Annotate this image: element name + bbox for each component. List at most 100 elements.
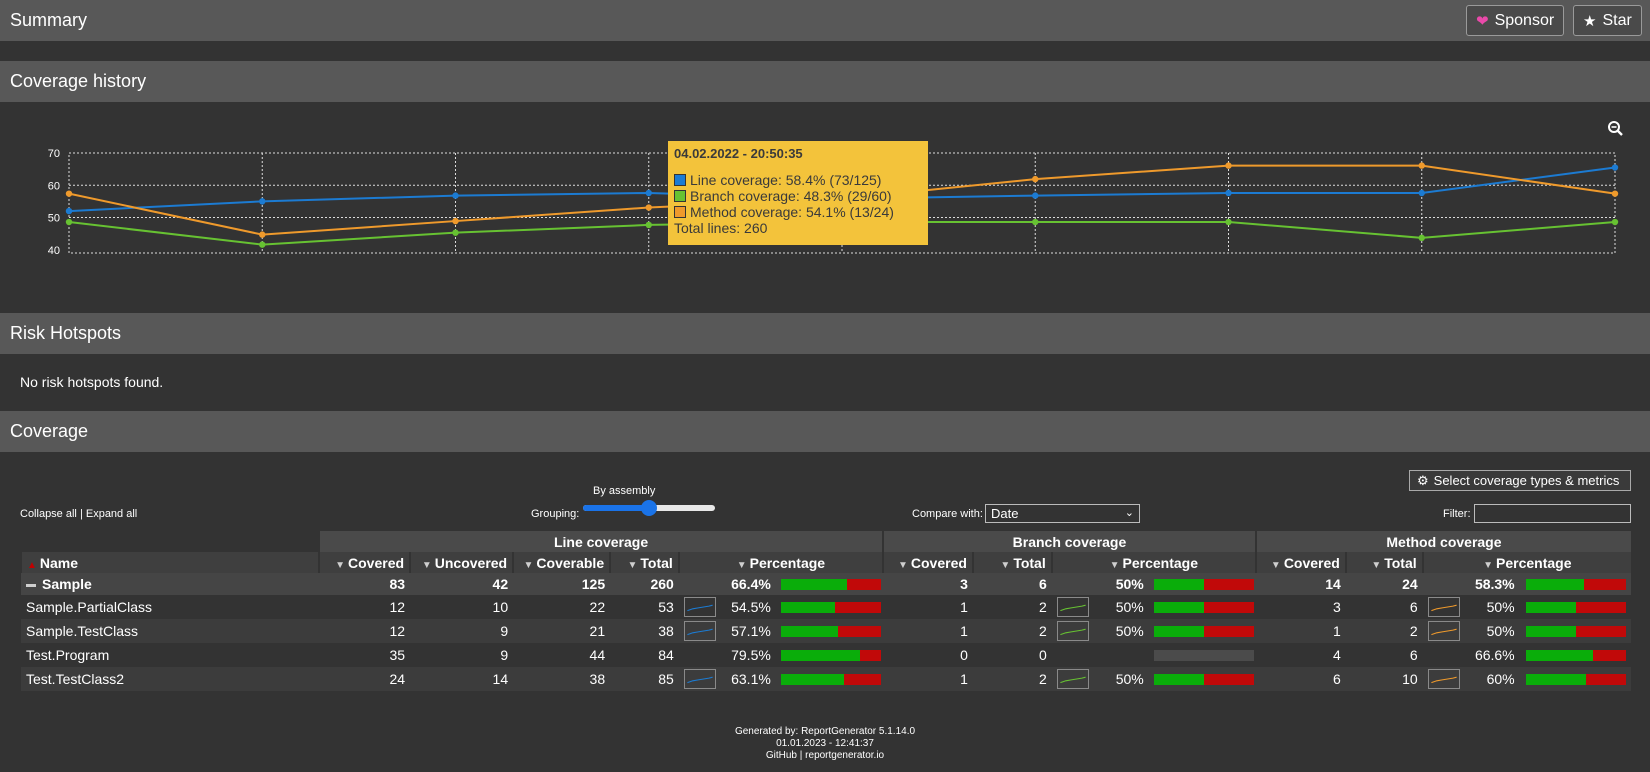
line-covered-cell: 12 bbox=[389, 623, 406, 639]
line-percentage-cell: 63.1% bbox=[731, 671, 771, 687]
coverage-header: Coverage bbox=[0, 411, 1650, 452]
line-uncovered-header[interactable]: ▼ Uncovered bbox=[409, 552, 514, 573]
branch-total-header[interactable]: ▼ Total bbox=[971, 552, 1052, 573]
github-link[interactable]: GitHub bbox=[766, 750, 797, 761]
method-covered-cell: 1 bbox=[1333, 623, 1341, 639]
line-coverable-cell: 22 bbox=[589, 599, 606, 615]
covered-bar-segment bbox=[1153, 673, 1204, 685]
history-sparkline bbox=[1056, 669, 1089, 689]
method-bar-cell bbox=[1520, 643, 1631, 667]
covered-bar-segment bbox=[780, 673, 844, 685]
line-bar-cell bbox=[776, 619, 883, 643]
class-row[interactable]: Sample.TestClass 12 9 21 38 57.1% 1 2 50% 1 2 50% bbox=[21, 619, 1631, 643]
line-bar-cell bbox=[776, 667, 883, 691]
name-column-header[interactable]: ▲ Name bbox=[19, 552, 320, 573]
line-covered-cell: 12 bbox=[389, 599, 406, 615]
line-covered-header[interactable]: ▼ Covered bbox=[318, 552, 411, 573]
data-point bbox=[1032, 218, 1039, 226]
class-name-link[interactable]: Sample.PartialClass bbox=[21, 595, 319, 619]
line-percentage-cell: 79.5% bbox=[731, 647, 771, 663]
tooltip-total-lines: Total lines: 260 bbox=[674, 220, 768, 236]
method-bar-cell bbox=[1520, 619, 1631, 643]
collapse-icon[interactable] bbox=[26, 583, 36, 587]
sort-icon: ▼ bbox=[627, 559, 638, 571]
select-metrics-button[interactable]: ⚙ Select coverage types & metrics bbox=[1409, 470, 1631, 491]
covered-bar-segment bbox=[1153, 625, 1204, 637]
class-row[interactable]: Test.TestClass2 24 14 38 85 63.1% 1 2 50% 6 10 60% bbox=[21, 667, 1631, 691]
link-separator: | bbox=[79, 508, 83, 520]
class-row[interactable]: Test.Program 35 9 44 84 79.5% 0 0 4 6 66.6% bbox=[21, 643, 1631, 667]
method-total-cell: 6 bbox=[1409, 599, 1418, 615]
data-point bbox=[645, 221, 652, 229]
grouping-slider[interactable] bbox=[583, 500, 715, 516]
uncovered-bar-segment bbox=[1203, 625, 1254, 637]
line-covered-cell: 24 bbox=[389, 671, 406, 687]
line-total-cell: 84 bbox=[658, 647, 674, 663]
line-total-header[interactable]: ▼ Total bbox=[609, 552, 679, 573]
history-sparkline bbox=[683, 669, 716, 689]
branch-percentage-cell: 50% bbox=[1115, 623, 1144, 639]
line-bar-cell bbox=[776, 595, 883, 619]
star-icon: ★ bbox=[1583, 12, 1597, 30]
tooltip-total-row: Total lines: 260 bbox=[674, 220, 922, 236]
class-name-link[interactable]: Test.Program bbox=[21, 643, 319, 667]
method-percentage-header[interactable]: ▼ Percentage bbox=[1421, 552, 1631, 573]
coverage-bar bbox=[1153, 673, 1254, 685]
footer-links: GitHub | reportgenerator.io bbox=[0, 750, 1650, 762]
method-covered-cell: 14 bbox=[1325, 576, 1341, 592]
class-row[interactable]: Sample.PartialClass 12 10 22 53 54.5% 1 2 50% 3 6 5… bbox=[21, 595, 1631, 619]
line-uncovered-cell: 42 bbox=[492, 576, 509, 592]
risk-hotspots-title: Risk Hotspots bbox=[10, 323, 122, 343]
class-name-link[interactable]: Test.TestClass2 bbox=[21, 667, 319, 691]
branch-coverage-group-header: Branch coverage bbox=[881, 531, 1256, 552]
line-coverable-cell: 44 bbox=[589, 647, 606, 663]
method-bar-cell bbox=[1520, 667, 1631, 691]
branch-total-cell: 6 bbox=[1038, 576, 1047, 592]
line-percentage-header[interactable]: ▼ Percentage bbox=[677, 552, 883, 573]
line-total-cell: 260 bbox=[650, 576, 674, 592]
filter-input[interactable] bbox=[1474, 504, 1631, 523]
line-history-cell bbox=[679, 595, 717, 619]
zoom-out-icon[interactable] bbox=[1607, 120, 1625, 138]
assembly-name[interactable]: Sample bbox=[21, 573, 319, 595]
method-covered-header[interactable]: ▼ Covered bbox=[1254, 552, 1346, 573]
line-coverable-cell: 125 bbox=[581, 576, 606, 592]
branch-history-cell bbox=[1052, 643, 1090, 667]
class-name-link[interactable]: Sample.TestClass bbox=[21, 619, 319, 643]
line-bar-cell bbox=[776, 643, 883, 667]
coverage-bar bbox=[780, 625, 881, 637]
chevron-down-icon: ⌄ bbox=[1124, 507, 1134, 519]
covered-bar-segment bbox=[1153, 578, 1204, 590]
column-header-row: ▲ Name ▼ Covered ▼ Uncovered ▼ Coverable ▼ To… bbox=[19, 552, 1631, 573]
history-sparkline bbox=[1427, 621, 1460, 641]
branch-covered-cell: 0 bbox=[960, 647, 968, 663]
compare-select[interactable]: Date ⌄ bbox=[985, 504, 1140, 523]
tooltip-line-row: Line coverage: 58.4% (73/125) bbox=[674, 172, 922, 188]
expand-all-link[interactable]: Expand all bbox=[86, 508, 137, 520]
method-history-cell bbox=[1423, 643, 1461, 667]
tooltip-method-coverage: Method coverage: 54.1% (13/24) bbox=[690, 204, 894, 220]
line-coverable-cell: 21 bbox=[589, 623, 606, 639]
grouping-value: By assembly bbox=[593, 485, 656, 497]
data-point bbox=[1418, 162, 1425, 169]
branch-covered-cell: 3 bbox=[960, 576, 968, 592]
coverage-history-header: Coverage history bbox=[0, 61, 1650, 102]
star-button[interactable]: ★ Star bbox=[1573, 5, 1642, 36]
sponsor-button[interactable]: ❤ Sponsor bbox=[1466, 5, 1565, 36]
uncovered-bar-segment bbox=[847, 578, 881, 590]
collapse-all-link[interactable]: Collapse all bbox=[20, 508, 77, 520]
assembly-row[interactable]: Sample 83 42 125 260 66.4% 3 6 50% 14 24 58.3% bbox=[21, 573, 1631, 595]
row-name-text: Test.Program bbox=[26, 647, 110, 663]
line-coverable-header[interactable]: ▼ Coverable bbox=[512, 552, 611, 573]
data-point bbox=[452, 229, 459, 236]
method-coverage-group-header: Method coverage bbox=[1254, 531, 1631, 552]
branch-covered-header[interactable]: ▼ Covered bbox=[881, 552, 973, 573]
slider-thumb[interactable] bbox=[641, 500, 657, 516]
branch-percentage-header[interactable]: ▼ Percentage bbox=[1050, 552, 1256, 573]
uncovered-bar-segment bbox=[1586, 673, 1626, 685]
method-total-header[interactable]: ▼ Total bbox=[1344, 552, 1423, 573]
history-sparkline bbox=[1056, 621, 1089, 641]
line-percentage-cell: 54.5% bbox=[731, 599, 771, 615]
uncovered-bar-segment bbox=[843, 673, 881, 685]
reportgenerator-link[interactable]: reportgenerator.io bbox=[805, 750, 884, 761]
